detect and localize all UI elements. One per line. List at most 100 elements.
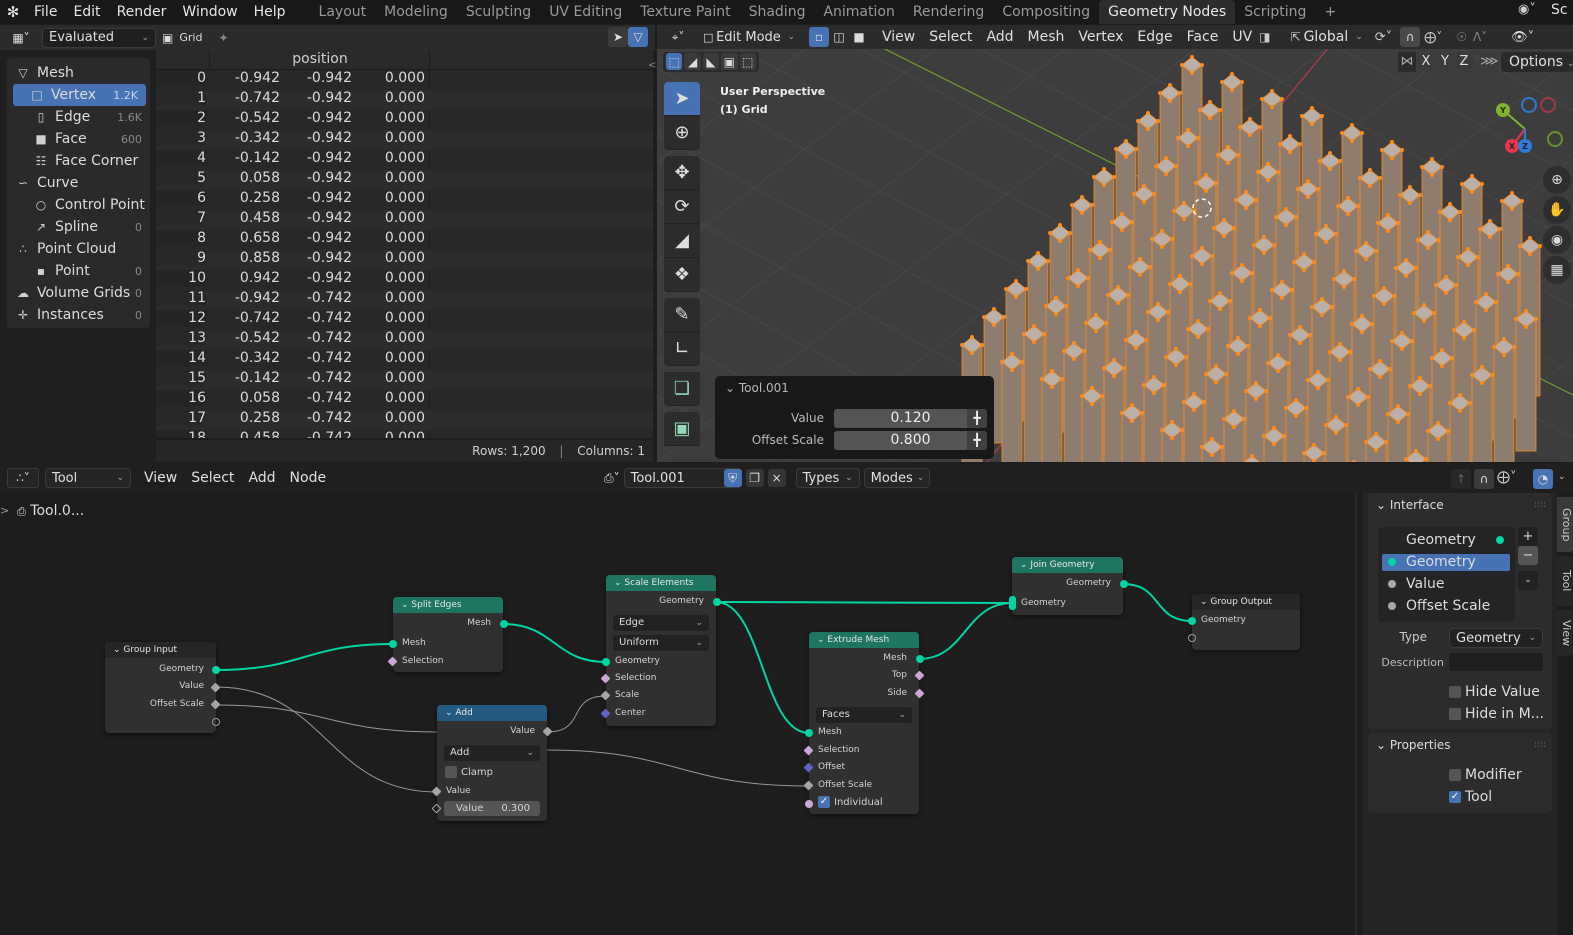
tab-uv-editing[interactable]: UV Editing [540,0,631,24]
zoom-icon[interactable]: ⊕ [1543,166,1571,194]
socket-mesh-in[interactable] [805,729,813,737]
node-tree-browse-icon[interactable]: ⎙˅ [604,471,620,486]
socket-empty-in[interactable] [1188,634,1196,642]
node-split-edges[interactable]: ⌄ Split Edges Mesh Mesh Selection [387,597,508,672]
menu-file[interactable]: File [26,0,65,24]
drag-handle-icon[interactable]: :::: [1534,493,1546,517]
chevron-down-icon[interactable]: ⌄ [1376,738,1386,752]
extrude-tool-icon[interactable]: ▣ [664,412,700,446]
chevron-down-icon[interactable]: ⌄ [1376,498,1386,512]
chevron-down-icon[interactable]: ⌄ [614,578,622,588]
tab-texture-paint[interactable]: Texture Paint [631,0,739,24]
tab-shading[interactable]: Shading [740,0,815,24]
menu-select[interactable]: Select [184,466,241,490]
menu-mesh[interactable]: Mesh [1021,25,1072,49]
tab-compositing[interactable]: Compositing [993,0,1099,24]
blender-logo-icon[interactable]: ✻ [0,3,26,21]
chevron-down-icon[interactable]: ⌄ [817,635,825,645]
orientation-dropdown[interactable]: Global [1301,25,1352,49]
chevron-down-icon[interactable]: ⌄ [1020,560,1028,570]
operation-dropdown[interactable]: Add ⌄ [444,745,540,761]
sidebar-tab-view[interactable]: View [1557,610,1573,656]
socket-geometry-out[interactable] [713,598,721,606]
dataset-item-face[interactable]: ■ Face 600 [7,128,150,150]
tab-rendering[interactable]: Rendering [904,0,994,24]
drag-handle-icon[interactable]: :::: [1534,733,1546,757]
dataset-item-face-corner[interactable]: ☷ Face Corner [7,150,150,172]
dataset-item-point-cloud[interactable]: ∴ Point Cloud [7,238,150,260]
scene-name[interactable]: Sc [1551,2,1568,18]
eyedropper-icon[interactable]: ╋ [967,431,987,450]
dataset-item-curve[interactable]: ∽ Curve [7,172,150,194]
editor-type-icon[interactable]: ∴˅ [7,468,39,488]
node-math-add[interactable]: ⌄ Add Value Add ⌄ Clamp Value Value 0.300 [431,705,553,821]
visibility-icon[interactable]: 👁˅ [1511,30,1534,45]
chevron-down-icon[interactable]: ⌄ [725,381,735,395]
modes-dropdown[interactable]: Modes ⌄ [863,468,930,488]
geometry-node-type-dropdown[interactable]: Tool ⌄ [45,468,131,488]
checkbox[interactable] [445,766,457,778]
interface-item-input-offset-scale[interactable]: Offset Scale [1382,598,1510,615]
uv-sync-icon[interactable]: ◨ [1259,30,1270,44]
offset-scale-field[interactable]: 0.800 ╋ [834,431,987,450]
editor-type-icon[interactable]: ▦˅ [6,27,36,48]
dataset-item-volume-grids[interactable]: ☁ Volume Grids 0 [7,282,150,304]
individual-checkbox[interactable]: ✓ Individual [818,796,883,808]
chevron-down-icon[interactable]: ⌄ [113,645,121,655]
display-mode-dropdown[interactable]: Evaluated ⌄ [42,27,156,48]
selected-only-icon[interactable]: ➤ [608,27,628,47]
menu-face[interactable]: Face [1180,25,1226,49]
node-group-output[interactable]: ⌄ Group Output Geometry [1188,594,1300,650]
interface-item-input-value[interactable]: Value [1382,576,1510,593]
camera-icon[interactable]: ◉ [1543,226,1571,254]
tool-checkbox[interactable]: ✓ Tool [1449,789,1492,805]
socket-geometry-out[interactable] [212,666,220,674]
socket-geometry-in[interactable] [602,658,610,666]
sidebar-tab-tool[interactable]: Tool [1557,556,1573,606]
scale-mode-dropdown[interactable]: Uniform ⌄ [613,635,709,651]
tab-scripting[interactable]: Scripting [1235,0,1315,24]
remove-item-button[interactable]: − [1518,546,1538,565]
chevron-down-icon[interactable]: ⌄ [1200,597,1208,607]
menu-view[interactable]: View [137,466,184,490]
snap-icon[interactable]: ∩ [1474,469,1494,489]
checkbox[interactable] [1449,708,1461,720]
select-invert-icon[interactable]: ▣ [721,53,738,70]
snap-target-icon[interactable]: ⨁˅ [1424,30,1442,44]
node-join-geometry[interactable]: ⌄ Join Geometry Geometry Geometry [1009,557,1128,615]
menu-help[interactable]: Help [246,0,294,24]
check-icon[interactable]: ✓ [1449,791,1461,803]
domain-dropdown[interactable]: Edge ⌄ [613,615,709,631]
menu-render[interactable]: Render [109,0,175,24]
socket-empty-out[interactable] [212,718,220,726]
select-box-tool-icon[interactable]: ➤ [664,82,700,116]
select-subtract-icon[interactable]: ◣ [702,53,720,70]
menu-window[interactable]: Window [174,0,245,24]
checkbox[interactable] [1449,686,1461,698]
tab-layout[interactable]: Layout [310,0,376,24]
scene-selector-icon[interactable]: ◉˅ [1518,2,1536,17]
expand-arrow-icon[interactable]: > [0,504,9,517]
chevron-down-icon[interactable]: ⌄ [401,600,409,610]
mode-dropdown[interactable]: □ Edit Mode ⌄ [697,27,801,47]
falloff-icon[interactable]: Λ˅ [1473,30,1487,44]
menu-add[interactable]: Add [241,466,282,490]
options-dropdown[interactable]: Options ⌄ [1501,52,1573,72]
menu-select[interactable]: Select [922,25,979,49]
menu-edge[interactable]: Edge [1130,25,1179,49]
topology-mirror-icon[interactable]: ⋙ [1480,52,1499,72]
menu-uv[interactable]: UV [1225,25,1259,49]
value-number-field[interactable]: Value 0.300 [444,801,540,816]
mirror-z-toggle[interactable]: Z [1455,52,1473,72]
column-header-position[interactable]: position [210,51,430,67]
socket-geometry-multi-in[interactable] [1009,596,1016,610]
pivot-icon[interactable]: ⟳˅ [1375,30,1392,45]
modifier-checkbox[interactable]: Modifier [1449,767,1522,783]
add-workspace-button[interactable]: + [1315,0,1345,24]
dataset-item-edge[interactable]: ▯ Edge 1.6K [7,106,150,128]
clamp-checkbox[interactable]: Clamp [445,766,493,778]
overlays-icon[interactable]: ◔ [1533,469,1553,489]
chevron-down-icon[interactable]: ⌄ [445,708,453,718]
checkbox[interactable] [1449,769,1461,781]
select-new-icon[interactable]: ⬚ [666,53,683,70]
